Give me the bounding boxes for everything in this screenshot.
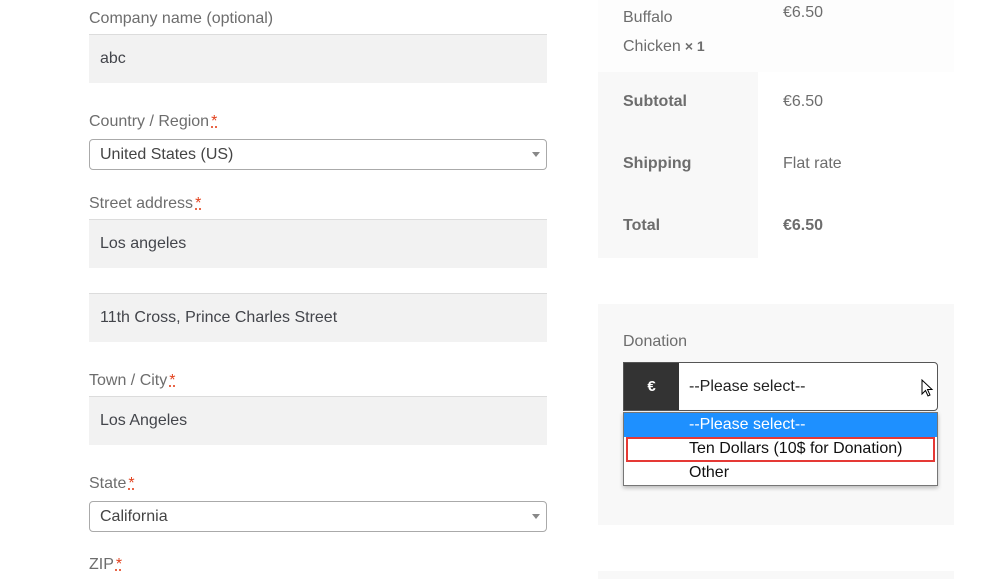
chevron-down-icon [532,514,540,519]
total-value: €6.50 [783,217,824,234]
shipping-value: Flat rate [783,155,842,172]
required-mark: * [195,195,202,212]
donation-selected-value: --Please select-- [689,378,806,395]
donation-option[interactable]: --Please select-- [624,413,937,437]
currency-symbol: € [624,363,679,410]
company-name-input[interactable]: abc [89,34,547,83]
town-city-label: Town / City * [89,372,176,389]
donation-dropdown-list: --Please select-- Ten Dollars (10$ for D… [623,412,938,486]
required-mark: * [128,475,135,492]
subtotal-label: Subtotal [623,93,687,110]
street-address-label: Street address * [89,195,202,212]
required-mark: * [211,113,218,130]
donation-label: Donation [623,333,688,350]
mouse-cursor-icon [921,379,934,397]
required-mark: * [115,556,123,573]
country-select[interactable]: United States (US) [89,139,547,170]
order-item-price: €6.50 [783,4,824,21]
town-city-input[interactable]: Los Angeles [89,396,547,445]
company-name-label: Company name (optional) [89,10,274,27]
next-panel [598,571,954,579]
required-mark: * [169,372,176,389]
chevron-down-icon [532,152,540,157]
street-address-line2-input[interactable]: 11th Cross, Prince Charles Street [89,293,547,342]
street-address-line1-input[interactable]: Los angeles [89,219,547,268]
shipping-label: Shipping [623,155,692,172]
subtotal-value: €6.50 [783,93,824,110]
state-select[interactable]: California [89,501,547,532]
donation-option[interactable]: Ten Dollars (10$ for Donation) [624,437,937,461]
order-item-quantity: × 1 [684,38,705,54]
state-label: State * [89,475,135,492]
order-item-name: Buffalo Chicken × 1 [623,9,705,55]
country-label: Country / Region * [89,113,218,130]
donation-select[interactable]: € --Please select-- [623,362,938,411]
donation-option[interactable]: Other [624,461,937,485]
zip-label: ZIP * [89,556,123,573]
total-label: Total [623,217,661,234]
